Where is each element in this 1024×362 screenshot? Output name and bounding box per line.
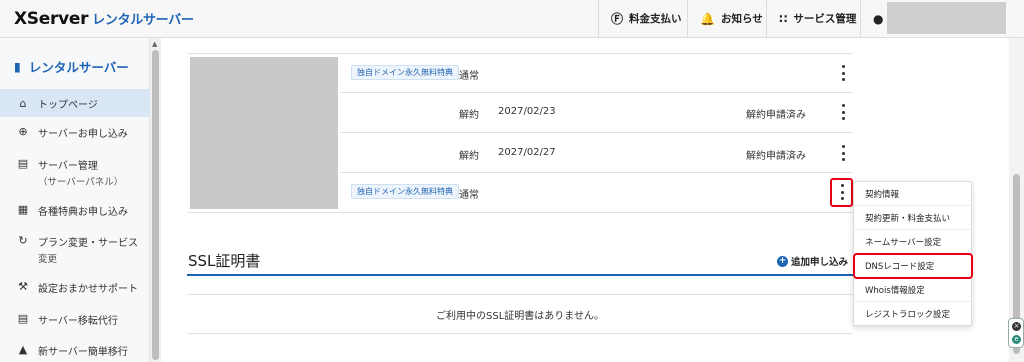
sidebar: ▮ レンタルサーバー ⌂ トップページ ⊕ サーバーお申し込み ▤ サーバー管理… xyxy=(0,38,150,362)
free-domain-badge: 独自ドメイン永久無料特典 xyxy=(351,65,459,80)
redacted-image xyxy=(190,57,338,209)
ssl-empty-message: ご利用中のSSL証明書はありません。 xyxy=(187,294,853,334)
server-icon: ▮ xyxy=(14,58,21,74)
row-divider xyxy=(340,172,853,173)
close-icon[interactable]: × xyxy=(1012,322,1021,331)
sidebar-item-migration[interactable]: ▤ サーバー移転代行 xyxy=(0,312,150,327)
service-management-button[interactable]: ∷ サービス管理 xyxy=(766,0,868,37)
highlight-box xyxy=(830,178,853,207)
logo-main-text: XServer xyxy=(14,9,89,29)
server-move-icon: ▤ xyxy=(17,312,29,325)
sidebar-item-top[interactable]: ⌂ トップページ xyxy=(0,89,150,117)
sidebar-item-server-apply[interactable]: ⊕ サーバーお申し込み xyxy=(0,125,150,140)
gift-icon: ▦ xyxy=(17,203,29,216)
sidebar-item-benefits[interactable]: ▦ 各種特典お申し込み xyxy=(0,203,150,218)
sidebar-item-plan-change[interactable]: ↻ プラン変更・サービス 変更 xyxy=(0,234,150,265)
grid-icon: ∷ xyxy=(779,11,788,26)
plus-circle-icon: ⊕ xyxy=(18,125,28,138)
bell-icon: 🔔 xyxy=(700,11,715,26)
more-menu-icon[interactable] xyxy=(838,104,848,120)
sidebar-scrollbar[interactable]: ▲ xyxy=(150,38,161,362)
refresh-icon: ↻ xyxy=(18,234,28,247)
domain-status: 通常 xyxy=(459,71,479,82)
sidebar-item-server-panel[interactable]: ▤ サーバー管理 （サーバーパネル） xyxy=(0,157,150,188)
menu-item-contract-info[interactable]: 契約情報 xyxy=(854,182,971,206)
menu-item-registrar-lock[interactable]: レジストラロック設定 xyxy=(854,302,971,326)
ssl-add-button[interactable]: + 追加申し込み xyxy=(777,254,848,268)
wrench-icon: ⚒ xyxy=(18,280,28,293)
sidebar-title: ▮ レンタルサーバー xyxy=(14,58,129,75)
home-icon: ⌂ xyxy=(19,96,27,110)
news-label: お知らせ xyxy=(720,13,763,25)
row-divider xyxy=(340,92,853,93)
menu-item-whois[interactable]: Whois情報設定 xyxy=(854,278,971,302)
row-divider xyxy=(340,132,853,133)
service-management-label: サービス管理 xyxy=(793,13,857,25)
domain-note: 解約申請済み xyxy=(746,110,806,121)
sidebar-item-easy-migration[interactable]: ▲ 新サーバー簡単移行 xyxy=(0,343,150,358)
top-header: XServer レンタルサーバー Ⓕ 料金支払い 🔔 お知らせ ∷ サービス管理 … xyxy=(0,0,1024,38)
menu-item-renewal[interactable]: 契約更新・料金支払い xyxy=(854,206,971,230)
domain-date: 2027/02/23 xyxy=(498,106,556,117)
sidebar-scroll-thumb[interactable] xyxy=(152,50,159,360)
domain-status: 通常 xyxy=(459,190,479,201)
domain-note: 解約申請済み xyxy=(746,151,806,162)
news-button[interactable]: 🔔 お知らせ xyxy=(687,0,775,37)
free-domain-badge: 独自ドメイン永久無料特典 xyxy=(351,184,459,199)
highlight-box xyxy=(853,253,973,279)
domain-status: 解約 xyxy=(459,110,479,121)
hdd-icon: ▤ xyxy=(17,157,29,170)
edge-icon[interactable]: e xyxy=(1012,335,1021,344)
row-divider xyxy=(187,53,853,54)
more-menu-icon[interactable] xyxy=(838,145,848,161)
more-menu-icon[interactable] xyxy=(838,65,848,81)
plus-circle-icon: + xyxy=(777,255,788,267)
scroll-up-icon: ▲ xyxy=(152,40,158,48)
floating-widget[interactable]: × e xyxy=(1008,318,1024,348)
ssl-section-title: SSL証明書 xyxy=(188,252,261,270)
xserver-logo[interactable]: XServer レンタルサーバー xyxy=(14,9,194,29)
fee-payment-label: 料金支払い xyxy=(629,13,682,25)
logo-sub-text: レンタルサーバー xyxy=(92,13,194,28)
account-name-area[interactable] xyxy=(887,2,1006,34)
fee-payment-button[interactable]: Ⓕ 料金支払い xyxy=(598,0,694,37)
yen-icon: Ⓕ xyxy=(611,12,624,26)
menu-item-nameserver[interactable]: ネームサーバー設定 xyxy=(854,230,971,254)
row-divider xyxy=(187,212,853,213)
ssl-divider xyxy=(187,274,853,276)
domain-status: 解約 xyxy=(459,151,479,162)
page-scrollbar[interactable] xyxy=(1009,38,1024,362)
sidebar-item-setup-support[interactable]: ⚒ 設定おまかせサポート xyxy=(0,280,150,295)
domain-date: 2027/02/27 xyxy=(498,147,556,158)
ssl-add-label: 追加申し込み xyxy=(791,257,849,268)
user-icon: ● xyxy=(873,11,884,26)
upload-icon: ▲ xyxy=(18,343,28,356)
